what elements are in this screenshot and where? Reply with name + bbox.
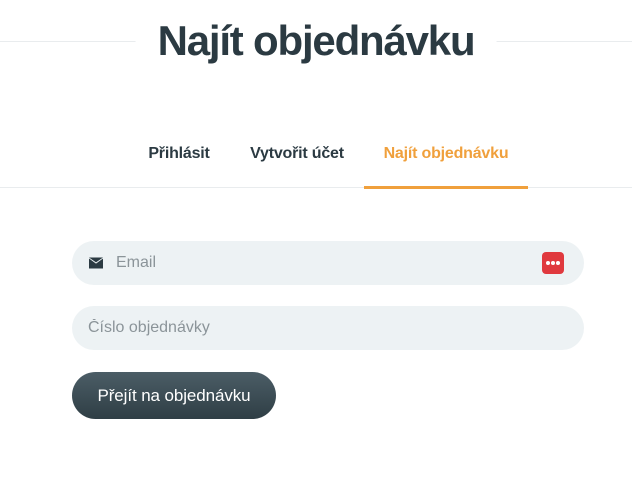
envelope-icon [89, 257, 103, 269]
email-field-wrapper [72, 241, 584, 285]
password-dot [551, 261, 555, 265]
account-tabs: Přihlásit Vytvořit účet Najít objednávku [0, 128, 632, 189]
password-dot [556, 261, 560, 265]
tab-find-order[interactable]: Najít objednávku [364, 128, 528, 189]
tab-login[interactable]: Přihlásit [134, 128, 224, 188]
tab-register[interactable]: Vytvořit účet [240, 128, 354, 188]
password-dot [546, 261, 550, 265]
find-order-page: Najít objednávku Přihlásit Vytvořit účet… [0, 0, 632, 485]
go-to-order-button[interactable]: Přejít na objednávku [72, 372, 276, 419]
password-manager-icon[interactable] [542, 252, 564, 274]
email-input[interactable] [116, 241, 536, 285]
order-number-field-wrapper [72, 306, 584, 350]
order-number-input[interactable] [88, 306, 568, 350]
title-row: Najít objednávku [0, 0, 632, 82]
page-title: Najít objednávku [135, 14, 497, 68]
